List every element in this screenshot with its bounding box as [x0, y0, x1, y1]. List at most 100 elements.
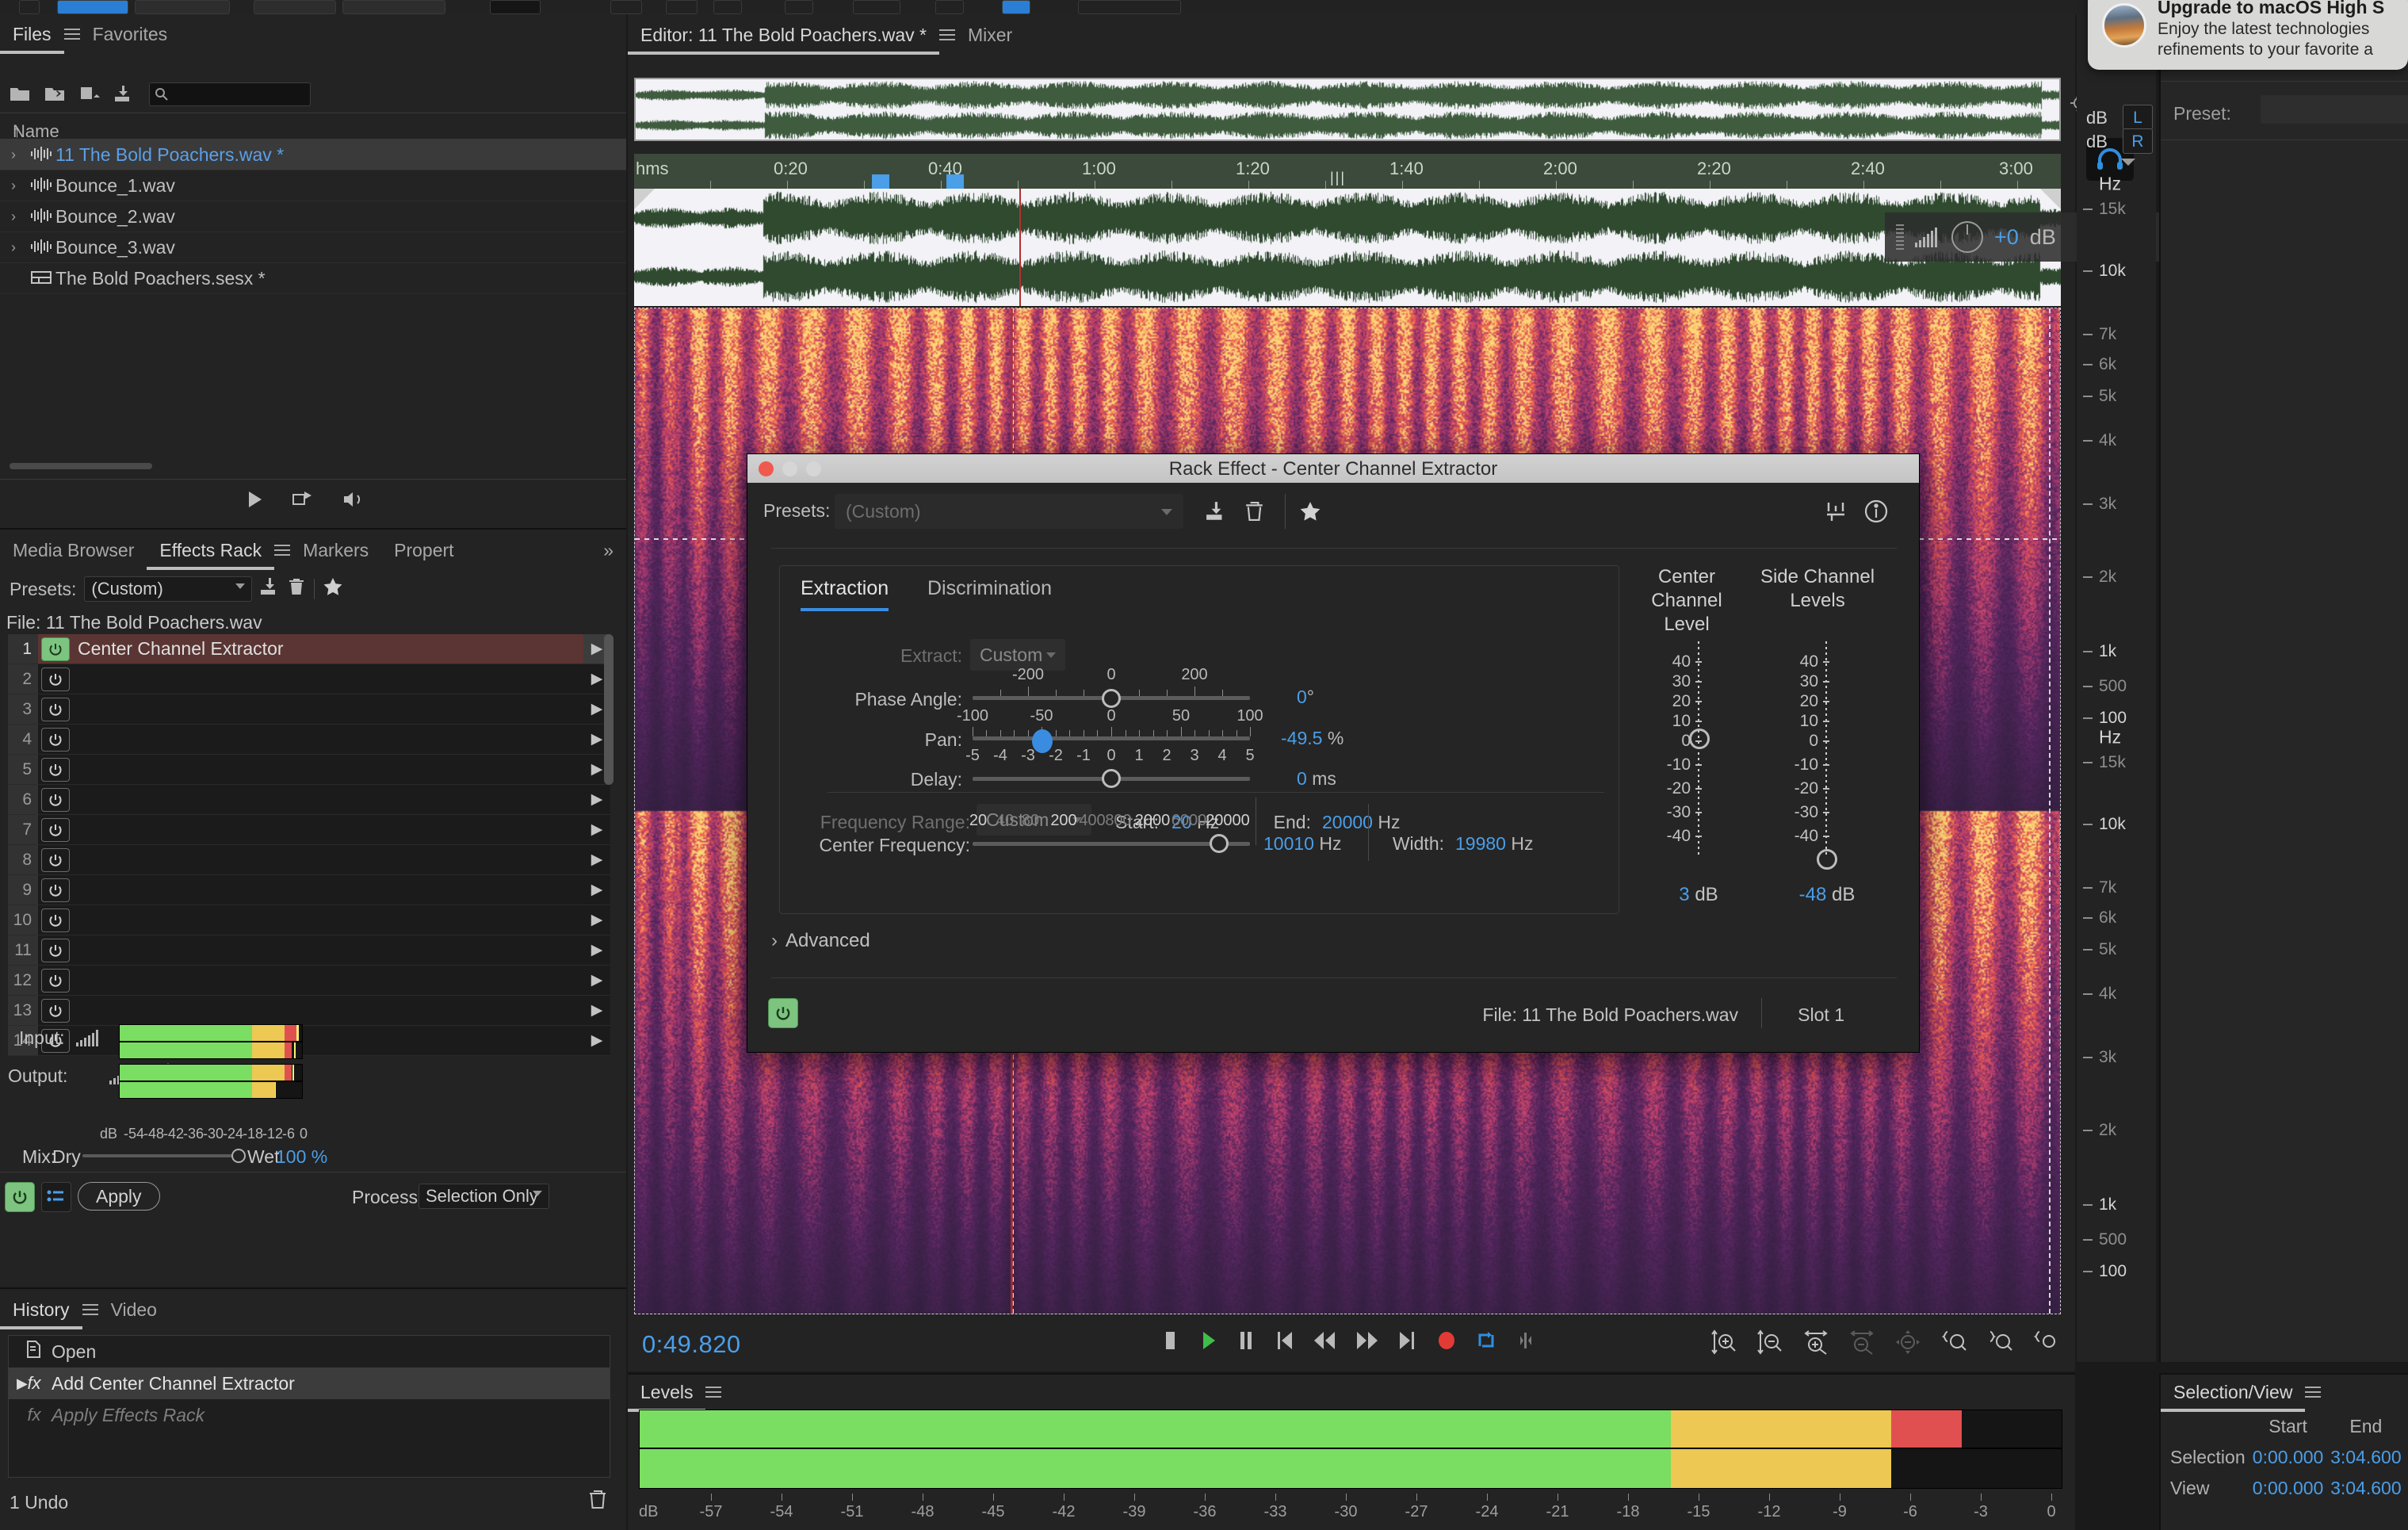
- toolbar-waveform-button[interactable]: [57, 0, 128, 14]
- app-toolbar-partial[interactable]: [0, 0, 2408, 14]
- list-item[interactable]: The Bold Poachers.sesx *: [0, 263, 626, 294]
- effect-slot-row[interactable]: 3▶: [8, 694, 610, 725]
- tab-video[interactable]: Video: [98, 1290, 170, 1329]
- tab-selection-view[interactable]: Selection/View: [2161, 1372, 2305, 1412]
- skip-to-end-button[interactable]: [1397, 1329, 1419, 1357]
- effect-slot-row[interactable]: 10▶: [8, 905, 610, 935]
- center-channel-value[interactable]: 3 dB: [1679, 884, 1718, 906]
- reset-icon[interactable]: [1825, 500, 1846, 527]
- tab-media-browser[interactable]: Media Browser: [0, 530, 147, 570]
- history-expand-arrow-icon[interactable]: ▶: [17, 1375, 28, 1392]
- tab-extraction[interactable]: Extraction: [801, 577, 889, 611]
- tab-favorites[interactable]: Favorites: [80, 14, 181, 54]
- mix-slider-handle[interactable]: [231, 1149, 246, 1163]
- center-channel-handle[interactable]: [1689, 729, 1710, 749]
- apply-button[interactable]: Apply: [78, 1182, 160, 1211]
- files-horizontal-scrollbar[interactable]: [10, 463, 152, 469]
- history-item[interactable]: fx Apply Effects Rack: [9, 1399, 610, 1431]
- macos-notification[interactable]: Upgrade to macOS High S Enjoy the latest…: [2088, 0, 2408, 70]
- delete-preset-icon[interactable]: [1245, 500, 1264, 527]
- effects-list-icon[interactable]: [41, 1182, 71, 1212]
- zoom-out-time-icon[interactable]: [1848, 1329, 1875, 1360]
- slot-power-toggle[interactable]: [41, 969, 70, 993]
- selection-edge-right[interactable]: [2049, 308, 2051, 1314]
- toolbar-tool-time[interactable]: [610, 0, 642, 14]
- side-channel-handle[interactable]: [1817, 849, 1837, 870]
- channel-button-right[interactable]: R: [2123, 128, 2153, 154]
- favorite-star-icon[interactable]: [1299, 500, 1321, 527]
- slot-expand-arrow-icon[interactable]: ▶: [583, 881, 610, 899]
- process-select[interactable]: Selection Only: [419, 1184, 549, 1209]
- expand-chevron-icon[interactable]: ›: [0, 208, 27, 225]
- save-preset-icon[interactable]: [1206, 500, 1228, 527]
- pan-value[interactable]: -49.5 %: [1281, 728, 1344, 749]
- toolbar-tool-selected[interactable]: [1002, 0, 1030, 14]
- toolbar-tool-lasso[interactable]: [713, 0, 742, 14]
- stop-button[interactable]: [1159, 1329, 1181, 1357]
- auto-play-icon[interactable]: [342, 489, 365, 514]
- history-item[interactable]: Open: [9, 1336, 610, 1367]
- slot-power-toggle[interactable]: [41, 788, 70, 812]
- list-item[interactable]: › Bounce_3.wav: [0, 232, 626, 263]
- delay-value[interactable]: 0 ms: [1297, 768, 1336, 790]
- pan-slider[interactable]: [973, 736, 1250, 740]
- toolbar-grip[interactable]: [19, 0, 40, 14]
- effect-slot-row[interactable]: 9▶: [8, 875, 610, 905]
- toolbar-readout[interactable]: [1078, 0, 1181, 14]
- tab-effects-rack[interactable]: Effects Rack: [147, 530, 274, 570]
- slot-power-toggle[interactable]: [41, 758, 70, 782]
- tab-mixer[interactable]: Mixer: [955, 15, 1025, 55]
- phase-angle-handle[interactable]: [1102, 689, 1121, 708]
- slot-power-toggle[interactable]: [41, 939, 70, 962]
- effect-slot-row[interactable]: 12▶: [8, 966, 610, 996]
- history-item[interactable]: ▶ fx Add Center Channel Extractor: [9, 1367, 610, 1399]
- list-item[interactable]: › 11 The Bold Poachers.wav *: [0, 140, 626, 170]
- zoom-in-time-icon[interactable]: [1802, 1329, 1829, 1360]
- waveform-overview[interactable]: [634, 78, 2061, 141]
- zoom-out-amplitude-icon[interactable]: [1756, 1329, 1783, 1360]
- slot-power-toggle[interactable]: [41, 818, 70, 842]
- slot-power-toggle[interactable]: [41, 878, 70, 902]
- slot-expand-arrow-icon[interactable]: ▶: [583, 911, 610, 929]
- time-display[interactable]: 0:49.820: [642, 1330, 741, 1359]
- center-frequency-slider[interactable]: [973, 842, 1250, 846]
- effect-slot-row[interactable]: 2▶: [8, 664, 610, 694]
- toolbar-tool-spot-heal[interactable]: [853, 0, 900, 14]
- files-column-header[interactable]: Name↑: [0, 113, 626, 140]
- preset-select[interactable]: [2261, 95, 2408, 124]
- view-end-value[interactable]: 3:04.600: [2327, 1473, 2405, 1504]
- selection-start-value[interactable]: 0:00.000: [2249, 1442, 2326, 1473]
- ruler-marker-range-icon[interactable]: |||: [1330, 170, 1346, 186]
- center-frequency-value[interactable]: 10010 Hz: [1263, 833, 1341, 855]
- effect-slot-row[interactable]: 11▶: [8, 935, 610, 966]
- dialog-presets-select[interactable]: (Custom): [835, 494, 1183, 529]
- dialog-titlebar[interactable]: Rack Effect - Center Channel Extractor: [747, 454, 1919, 483]
- slot-power-toggle[interactable]: [41, 728, 70, 752]
- trash-icon[interactable]: [588, 1489, 607, 1514]
- skip-to-start-button[interactable]: [1273, 1329, 1295, 1357]
- side-channel-value[interactable]: -48 dB: [1799, 884, 1856, 906]
- levels-panel-menu-icon[interactable]: [705, 1383, 721, 1401]
- toolbar-spectral-button[interactable]: [135, 0, 230, 14]
- toolbar-waveform-label[interactable]: [342, 0, 445, 14]
- search-input[interactable]: [149, 82, 311, 106]
- slot-power-toggle[interactable]: [41, 999, 70, 1023]
- delete-preset-icon[interactable]: [289, 577, 306, 601]
- volume-knob[interactable]: [1951, 221, 1983, 253]
- tab-levels[interactable]: Levels: [628, 1372, 705, 1412]
- phase-angle-value[interactable]: 0°: [1297, 687, 1314, 708]
- frequency-scale-right-channel[interactable]: Hz 15k 10k 7k 6k 5k 4k 3k 2k 1k 500 100: [2077, 729, 2156, 1300]
- toolbar-tool-move[interactable]: [490, 0, 541, 14]
- selection-end-value[interactable]: 3:04.600: [2327, 1442, 2405, 1473]
- slot-power-toggle[interactable]: [41, 637, 70, 661]
- list-item[interactable]: › Bounce_2.wav: [0, 201, 626, 232]
- chevron-down-icon[interactable]: [2121, 159, 2135, 166]
- play-icon[interactable]: [244, 489, 265, 514]
- dialog-power-toggle[interactable]: [768, 998, 798, 1028]
- play-button[interactable]: [1197, 1329, 1219, 1357]
- open-folder-icon[interactable]: [10, 85, 30, 102]
- toolbar-tool-marquee[interactable]: [666, 0, 698, 14]
- zoom-to-selection-in-icon[interactable]: [1940, 1329, 1967, 1360]
- slot-power-toggle[interactable]: [41, 848, 70, 872]
- effect-slot-row[interactable]: 1 Center Channel Extractor ▶: [8, 634, 610, 664]
